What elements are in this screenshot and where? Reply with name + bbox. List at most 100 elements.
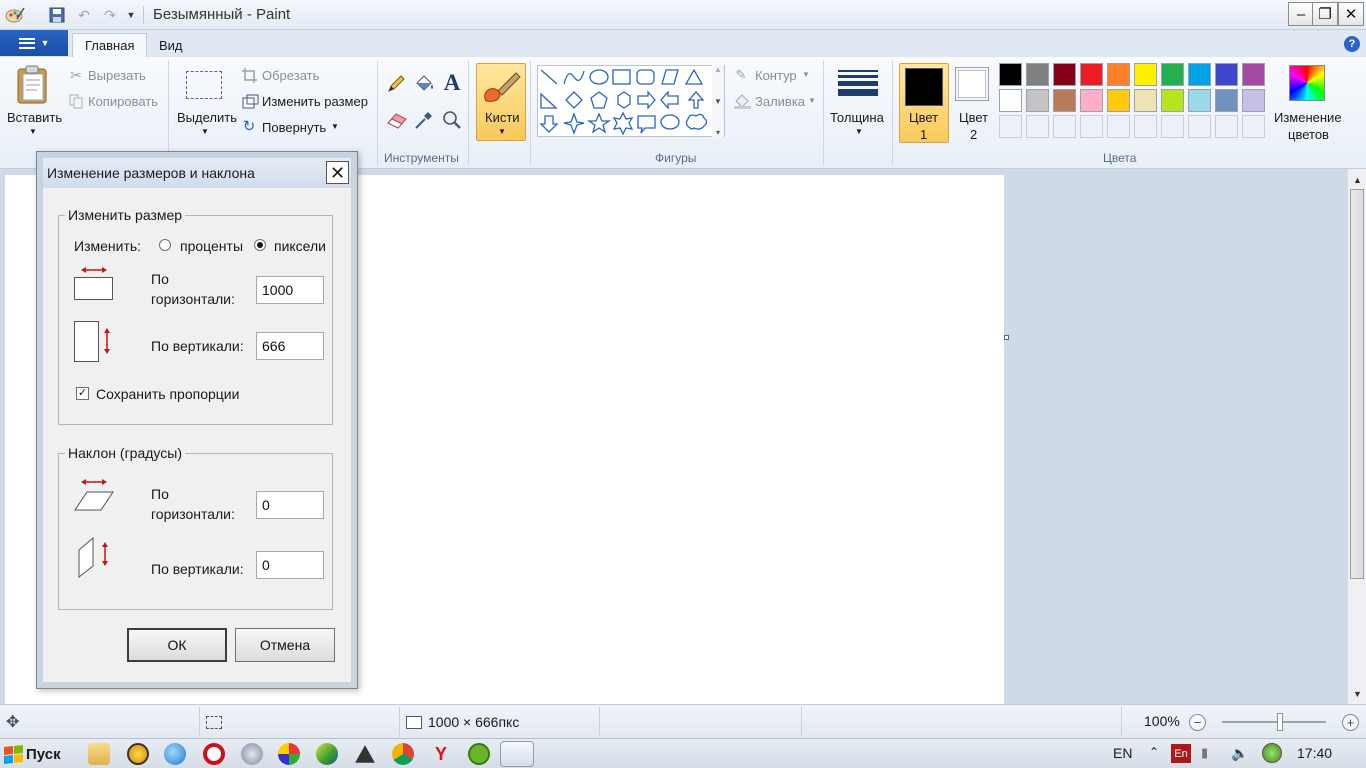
paste-button[interactable]: Вставить [7,110,62,125]
fill-bucket-icon[interactable] [412,73,436,95]
palette-custom-slot[interactable] [999,115,1022,138]
fill-button[interactable]: Заливка [755,94,805,109]
edit-colors-label-1[interactable]: Изменение [1274,110,1342,125]
paint-app-icon[interactable] [4,5,26,25]
maximize-button[interactable]: ❐ [1312,2,1338,26]
en-badge[interactable]: En [1171,744,1191,763]
zoom-slider-track[interactable] [1222,721,1326,723]
paste-icon[interactable] [14,63,52,107]
edit-colors-icon[interactable] [1289,65,1325,101]
select-button[interactable]: Выделить [177,110,237,125]
paint-menu-button[interactable]: ▼ [0,30,68,56]
close-window-button[interactable]: ✕ [1338,2,1364,26]
volume-icon[interactable]: 🔈 [1231,745,1248,762]
language-indicator[interactable]: EN [1113,745,1132,761]
palette-swatch[interactable] [1107,63,1130,86]
zoom-in-button[interactable]: + [1342,714,1359,731]
crop-button[interactable]: Обрезать [262,68,319,83]
palette-custom-slot[interactable] [1134,115,1157,138]
scroll-up-icon[interactable]: ▲ [714,65,722,74]
scroll-down-icon[interactable]: ▼ [1349,685,1366,702]
paint-taskbar-button[interactable] [500,741,534,767]
palette-swatch[interactable] [1215,89,1238,112]
palette-swatch[interactable] [1134,63,1157,86]
copy-button[interactable]: Копировать [88,94,158,109]
chrome-icon[interactable] [392,743,414,765]
scroll-thumb[interactable] [1350,189,1364,579]
palette-custom-slot[interactable] [1026,115,1049,138]
color-picker-icon[interactable] [412,109,436,131]
size-button[interactable]: Толщина [830,110,884,125]
palette-swatch[interactable] [1242,89,1265,112]
palette-swatch[interactable] [1215,63,1238,86]
vertical-size-input[interactable] [256,332,324,360]
pencil-icon[interactable] [385,73,407,95]
palette-swatch[interactable] [1161,89,1184,112]
internet-explorer-icon[interactable] [164,743,186,765]
palette-swatch[interactable] [999,89,1022,112]
eraser-icon[interactable] [385,109,409,131]
palette-swatch[interactable] [1188,63,1211,86]
percent-label[interactable]: проценты [180,236,243,256]
scroll-up-icon[interactable]: ▲ [1349,171,1366,188]
palette-custom-slot[interactable] [1242,115,1265,138]
paste-dropdown-icon[interactable]: ▼ [29,127,37,136]
palette-swatch[interactable] [1107,89,1130,112]
ok-button[interactable]: ОК [127,628,227,662]
select-dropdown-icon[interactable]: ▼ [201,127,209,136]
app-icon[interactable] [278,743,300,765]
shapes-gallery[interactable] [537,65,725,137]
tab-view[interactable]: Вид [147,33,195,57]
horizontal-size-input[interactable] [256,276,324,304]
quick-access-dropdown-icon[interactable]: ▼ [124,5,138,25]
zoom-slider-thumb[interactable] [1277,713,1283,731]
palette-custom-slot[interactable] [1161,115,1184,138]
rotate-dropdown-icon[interactable]: ▼ [331,122,339,131]
dialog-close-button[interactable]: ✕ [326,161,349,184]
cut-button[interactable]: Вырезать [88,68,146,83]
size-dropdown-icon[interactable]: ▼ [855,127,863,136]
keep-ratio-label[interactable]: Сохранить пропорции [96,384,239,404]
palette-swatch[interactable] [1053,63,1076,86]
resize-handle[interactable] [1004,335,1009,340]
save-icon[interactable] [47,5,67,25]
keep-ratio-checkbox[interactable]: ✓ [76,387,89,400]
app-icon[interactable] [355,745,375,763]
palette-custom-slot[interactable] [1053,115,1076,138]
show-hidden-icons-icon[interactable]: ⌃ [1149,745,1159,759]
expand-gallery-icon[interactable]: ▾ [716,128,720,137]
text-tool-icon[interactable]: A [440,70,464,95]
palette-swatch[interactable] [1026,63,1049,86]
palette-swatch[interactable] [1080,63,1103,86]
magnifier-icon[interactable] [440,109,464,131]
percent-radio[interactable] [159,239,171,251]
minimize-button[interactable]: – [1288,2,1314,26]
undo-icon[interactable]: ↶ [74,5,94,25]
palette-swatch[interactable] [1161,63,1184,86]
app-icon[interactable] [241,743,263,765]
pixels-radio[interactable] [254,239,266,251]
palette-swatch[interactable] [1134,89,1157,112]
rotate-button[interactable]: Повернуть [262,120,326,135]
help-icon[interactable]: ? [1344,36,1360,52]
clock[interactable]: 17:40 [1297,745,1332,761]
palette-custom-slot[interactable] [1215,115,1238,138]
palette-custom-slot[interactable] [1188,115,1211,138]
palette-swatch[interactable] [1188,89,1211,112]
globe-icon[interactable] [1262,743,1282,763]
color2-button[interactable] [955,67,989,101]
palette-swatch[interactable] [1053,89,1076,112]
brushes-dropdown-icon[interactable]: ▼ [498,127,506,136]
line-width-icon[interactable] [837,65,879,101]
app-icon[interactable] [316,743,338,765]
skew-horizontal-input[interactable] [256,491,324,519]
edit-colors-label-2[interactable]: цветов [1288,127,1329,142]
pixels-label[interactable]: пиксели [274,236,326,256]
start-button[interactable]: Пуск [2,741,62,767]
opera-icon[interactable] [203,743,225,765]
palette-swatch[interactable] [1080,89,1103,112]
palette-custom-slot[interactable] [1107,115,1130,138]
skew-vertical-input[interactable] [256,551,324,579]
palette-swatch[interactable] [1026,89,1049,112]
explorer-icon[interactable] [88,743,110,765]
